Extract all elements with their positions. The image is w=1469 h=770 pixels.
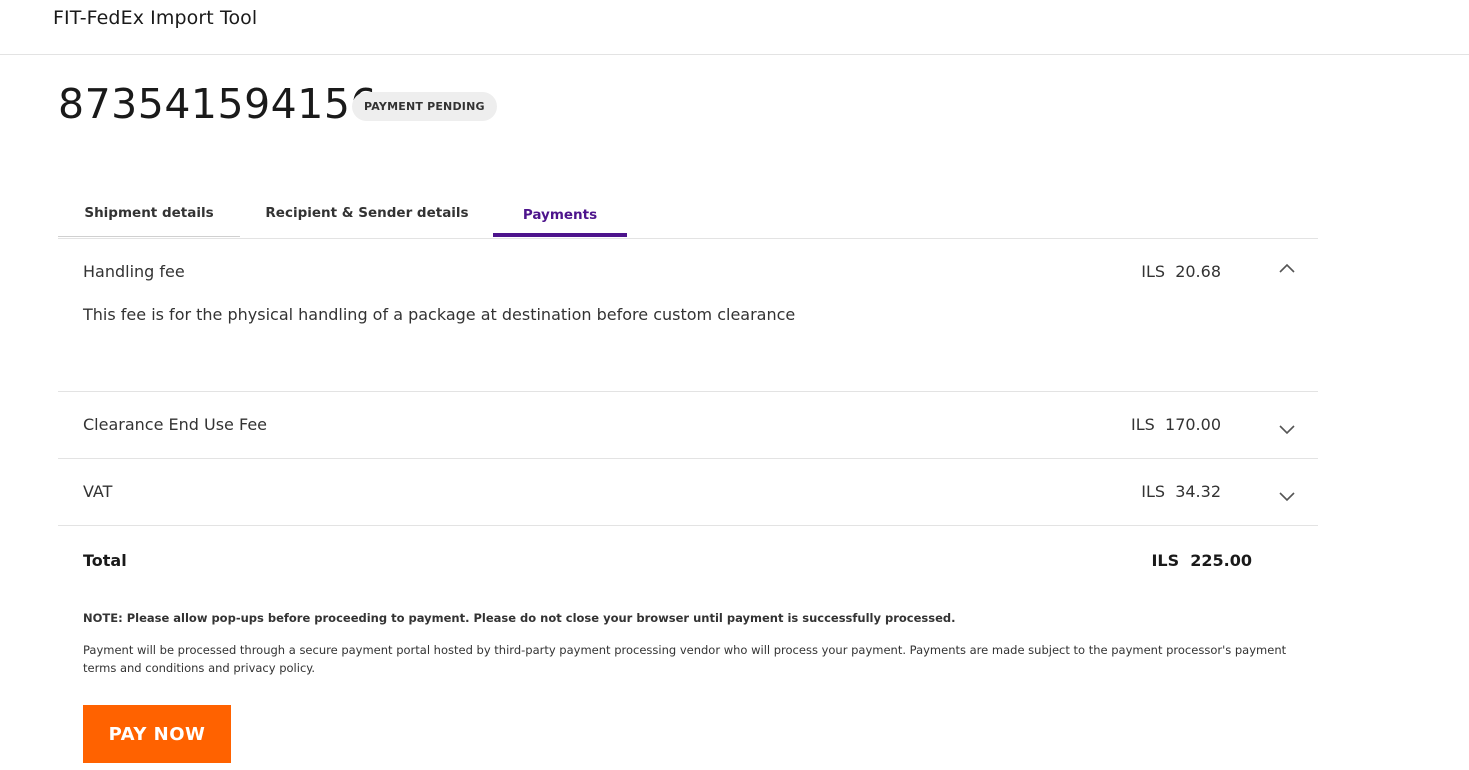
app-title: FIT-FedEx Import Tool <box>53 7 258 29</box>
payment-disclaimer: Payment will be processed through a secu… <box>83 643 1287 675</box>
fee-row-vat[interactable]: VAT ILS 34.32 <box>58 459 1318 526</box>
tab-payments[interactable]: Payments <box>493 190 627 237</box>
fee-name: Handling fee <box>83 262 185 281</box>
fee-amount: ILS 34.32 <box>1141 482 1221 501</box>
payment-note: NOTE: Please allow pop-ups before procee… <box>83 611 956 625</box>
tab-label: Shipment details <box>84 205 214 221</box>
fee-description: This fee is for the physical handling of… <box>83 305 796 324</box>
pay-now-button[interactable]: PAY NOW <box>83 705 231 763</box>
tab-label: Recipient & Sender details <box>265 205 469 221</box>
total-amount: ILS 225.00 <box>1151 551 1252 570</box>
fee-name: VAT <box>83 482 113 501</box>
fee-row-handling[interactable]: Handling fee ILS 20.68 This fee is for t… <box>58 239 1318 392</box>
tracking-number: 873541594156 <box>58 80 378 128</box>
status-badge: PAYMENT PENDING <box>352 92 497 121</box>
chevron-up-icon[interactable] <box>1278 260 1296 278</box>
top-bar: FIT-FedEx Import Tool <box>0 0 1469 55</box>
total-row: Total ILS 225.00 <box>58 526 1318 596</box>
total-label: Total <box>83 551 127 570</box>
fee-row-clearance[interactable]: Clearance End Use Fee ILS 170.00 <box>58 392 1318 459</box>
tab-bar: Shipment details Recipient & Sender deta… <box>58 190 1318 239</box>
fee-amount: ILS 20.68 <box>1141 262 1221 281</box>
chevron-down-icon[interactable] <box>1278 487 1296 505</box>
tab-recipient-sender-details[interactable]: Recipient & Sender details <box>258 190 476 237</box>
tab-shipment-details[interactable]: Shipment details <box>58 190 240 237</box>
tab-label: Payments <box>522 207 598 223</box>
fee-name: Clearance End Use Fee <box>83 415 267 434</box>
chevron-down-icon[interactable] <box>1278 420 1296 438</box>
fee-amount: ILS 170.00 <box>1131 415 1221 434</box>
